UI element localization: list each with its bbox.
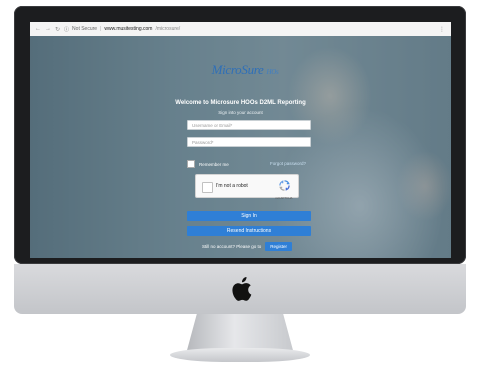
recaptcha-badge-text: reCAPTCHA [275, 196, 293, 200]
forgot-password-link[interactable]: Forgot password? [270, 161, 306, 166]
address-bar[interactable]: ⓘ Not Secure | www.musitesting.com/micro… [64, 26, 180, 33]
username-input[interactable]: Username or Email* [187, 120, 311, 130]
back-icon[interactable]: ← [35, 26, 41, 33]
logo-text: MicroSure [211, 62, 264, 77]
welcome-heading: Welcome to Microsure HOOs D2ML Reporting [175, 100, 306, 106]
url-separator: | [100, 26, 102, 32]
register-prompt: Still no account? Please go to [202, 244, 262, 249]
register-button[interactable]: Register [265, 242, 293, 251]
register-row: Still no account? Please go to Register [202, 242, 293, 251]
sign-in-button[interactable]: Sign In [187, 211, 311, 221]
apple-logo-icon [232, 277, 252, 301]
screen: ← → ↻ ⓘ Not Secure | www.musitesting.com… [30, 22, 451, 258]
url-path: /microsure/ [155, 26, 181, 32]
remember-checkbox[interactable] [187, 160, 195, 168]
remember-me[interactable]: Remember me [187, 160, 229, 168]
security-label: Not Secure [72, 26, 98, 32]
info-icon[interactable]: ⓘ [64, 26, 69, 33]
remember-label: Remember me [199, 161, 229, 167]
recaptcha-checkbox[interactable] [202, 182, 213, 193]
browser-toolbar: ← → ↻ ⓘ Not Secure | www.musitesting.com… [30, 22, 451, 37]
resend-instructions-button[interactable]: Resend Instructions [187, 226, 311, 236]
logo-sub: HOs [266, 68, 279, 76]
forward-icon[interactable]: → [45, 26, 51, 33]
reload-icon[interactable]: ↻ [55, 26, 60, 33]
recaptcha-icon [278, 180, 290, 191]
recaptcha-badge: reCAPTCHA [275, 178, 293, 200]
recaptcha-widget: I'm not a robot reCAPTCHA [195, 174, 299, 200]
menu-dots-icon[interactable]: ⋮ [439, 26, 451, 33]
brand-logo: MicroSure HOs [190, 62, 300, 78]
recaptcha-label: I'm not a robot [216, 183, 248, 189]
url-domain: www.musitesting.com [104, 26, 153, 32]
login-background: MicroSure HOs Welcome to Microsure HOOs … [30, 36, 451, 258]
imac-foot [170, 348, 310, 362]
signin-subtitle: Sign into your account [218, 110, 263, 115]
password-input[interactable]: Password* [187, 137, 311, 147]
